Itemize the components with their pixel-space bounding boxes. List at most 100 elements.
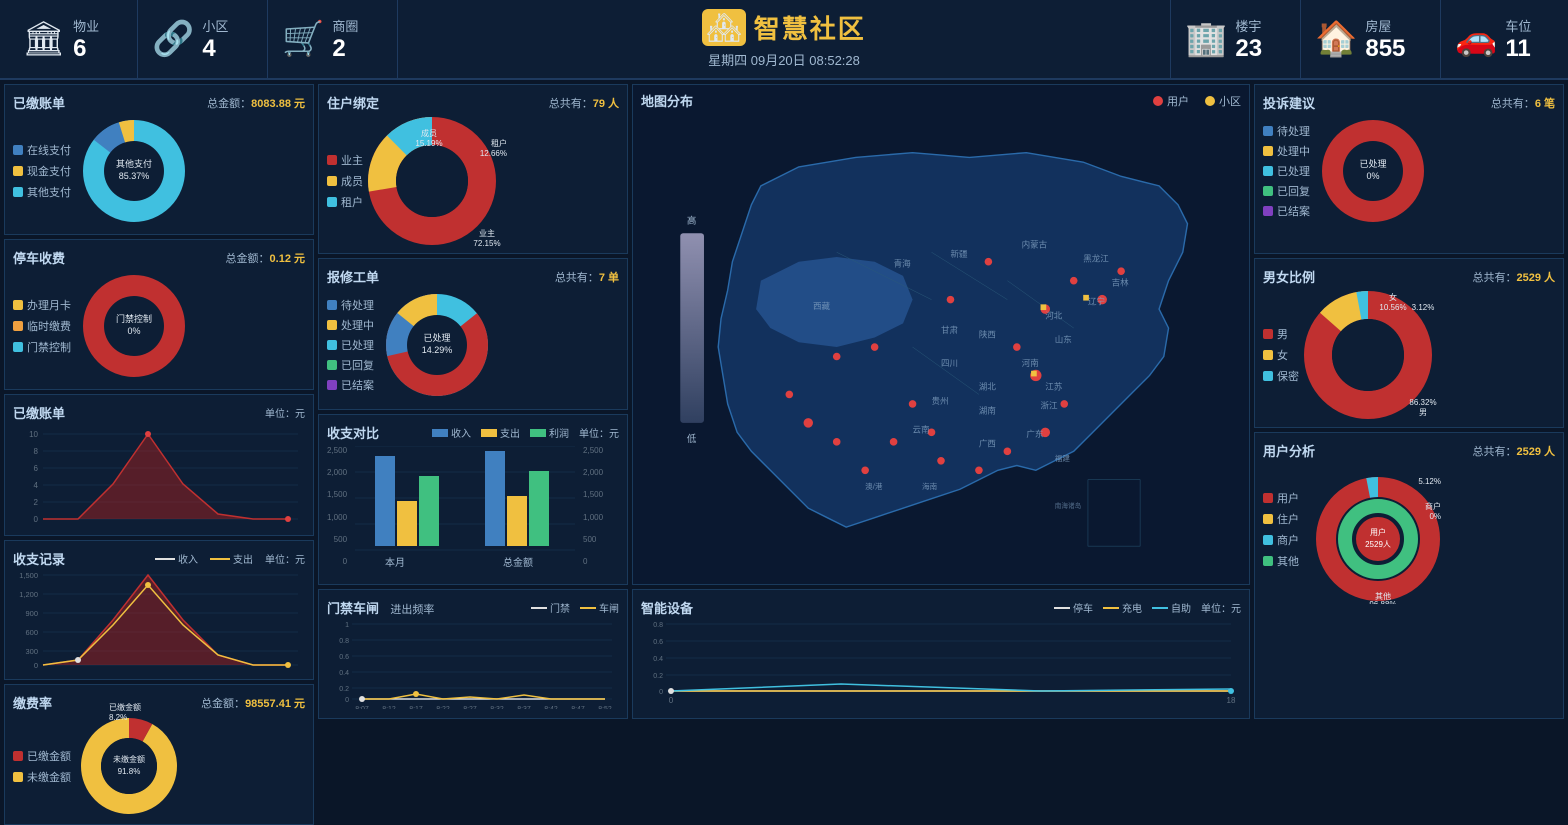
car-icon: 🚗 (1455, 19, 1497, 59)
tingche-panel: 停车收费 总金额：0.12 元 办理月卡 临时缴费 门禁控制 门禁控制 0% (4, 239, 314, 390)
svg-text:8:27: 8:27 (463, 706, 477, 709)
svg-text:8:52: 8:52 (598, 706, 612, 709)
yijiao-chart-panel: 已缴账单 单位：元 10 8 6 4 2 0 (4, 394, 314, 536)
chewei-label: 车位 (1505, 16, 1531, 35)
louyu-value: 23 (1235, 35, 1262, 63)
header-stat-fangwu: 🏠 房屋 855 (1300, 0, 1440, 78)
baoxiu-panel: 报修工单 总共有：7 单 待处理 处理中 已处理 已回复 已结案 (318, 258, 628, 410)
zhuzhu-panel: 住户绑定 总共有：79 人 业主 成员 租户 (318, 84, 628, 254)
house-icon: 🏠 (1315, 19, 1357, 59)
fangwu-value: 855 (1365, 35, 1405, 63)
shouxhi-chart: 1,500 1,200 900 600 300 0 09-14 09-15 09… (13, 570, 303, 670)
svg-text:南海诸岛: 南海诸岛 (1055, 501, 1082, 510)
svg-text:1,500: 1,500 (19, 571, 38, 580)
svg-text:已处理: 已处理 (423, 332, 450, 343)
svg-text:其他支付: 其他支付 (116, 158, 152, 169)
svg-text:0%: 0% (1429, 512, 1441, 521)
main-content: 已缴账单 总金额：8083.88 元 在线支付 现金支付 其他支付 (0, 80, 1568, 723)
top-header: 🏛 物业 6 🔗 小区 4 🛒 商圈 2 🏘 智慧社区 星期四 09月20日 0… (0, 0, 1568, 80)
fangwu-label: 房屋 (1365, 16, 1405, 35)
svg-text:黑龙江: 黑龙江 (1083, 254, 1109, 264)
baoxiu-donut: 已处理 14.29% (382, 290, 492, 400)
zhuzhu-legend: 业主 成员 租户 (327, 152, 363, 210)
yonghu-title: 用户分析 (1263, 441, 1315, 460)
svg-text:广西: 广西 (979, 439, 996, 449)
svg-text:四川: 四川 (941, 358, 958, 368)
menjin-panel: 门禁车闸 进出频率 门禁 车闸 1 0.8 0.6 0.4 0.2 (318, 589, 628, 719)
tousu-donut: 已处理 0% (1318, 116, 1428, 226)
shouxhi-panel: 收支记录 收入 支出 单位：元 1,500 1,200 900 600 300 (4, 540, 314, 680)
baoxiu-title: 报修工单 (327, 267, 379, 286)
svg-text:900: 900 (25, 609, 38, 618)
svg-text:85.37%: 85.37% (119, 171, 150, 181)
tingche-total: 总金额：0.12 元 (226, 250, 305, 266)
header-stat-wuye: 🏛 物业 6 (8, 0, 138, 78)
svg-text:澳/港: 澳/港 (865, 481, 883, 491)
svg-text:600: 600 (25, 628, 38, 637)
zhineng-title: 智能设备 (641, 598, 693, 617)
svg-text:0: 0 (345, 697, 349, 704)
svg-text:0.6: 0.6 (653, 639, 663, 646)
svg-text:0.4: 0.4 (339, 670, 349, 677)
svg-text:10.56%: 10.56% (1379, 303, 1406, 312)
svg-text:辽宁: 辽宁 (1088, 296, 1105, 306)
zhuzhu-donut: 租户 12.66% 成员 15.19% 业主 72.15% (367, 116, 517, 246)
china-map: 西藏 青海 新疆 内蒙古 黑龙江 吉林 辽宁 河北 山东 河南 江苏 浙江 湖北… (633, 110, 1249, 584)
jiaofeilv-donut: 未缴金额 91.8% 已缴金额8.2% (79, 716, 179, 816)
nannv-legend: 男 女 保密 (1263, 326, 1299, 384)
menjin-chart: 1 0.8 0.6 0.4 0.2 0 8:07 8:12 8:17 8:22 … (327, 619, 617, 709)
shouxhi-duibi-title: 收支对比 (327, 423, 379, 442)
svg-text:西藏: 西藏 (813, 301, 831, 311)
svg-text:0: 0 (669, 696, 674, 704)
tingche-donut: 门禁控制 0% (79, 271, 189, 381)
svg-text:0.8: 0.8 (653, 622, 663, 629)
yijiao-line-chart: 10 8 6 4 2 0 09-14 09-15 09-16 09-17 09-… (13, 424, 303, 524)
svg-text:吉林: 吉林 (1112, 277, 1130, 287)
svg-text:8:37: 8:37 (517, 706, 531, 709)
svg-text:86.32%: 86.32% (1409, 398, 1436, 407)
yonghu-panel: 用户分析 总共有：2529 人 用户 住户 商户 其他 (1254, 432, 1564, 719)
zhineng-panel: 智能设备 停车 充电 自助 单位：元 0.8 0.6 0.4 0.2 0 (632, 589, 1250, 719)
svg-text:8:32: 8:32 (490, 706, 504, 709)
svg-text:0%: 0% (127, 326, 140, 336)
svg-text:72.15%: 72.15% (473, 239, 500, 246)
svg-text:0.6: 0.6 (339, 654, 349, 661)
svg-text:未缴金额: 未缴金额 (113, 754, 145, 764)
header-stat-shanquan: 🛒 商圈 2 (268, 0, 398, 78)
app-title: 🏘 智慧社区 (702, 9, 866, 46)
svg-text:12.66%: 12.66% (480, 149, 507, 158)
header-center: 🏘 智慧社区 星期四 09月20日 08:52:28 (398, 9, 1170, 69)
svg-text:广东: 广东 (1026, 429, 1043, 439)
jiaofeilv-title: 缴费率 (13, 693, 52, 712)
svg-text:8:47: 8:47 (571, 706, 585, 709)
network-icon: 🔗 (152, 19, 194, 59)
svg-text:高: 高 (687, 215, 696, 227)
svg-text:用户: 用户 (1370, 527, 1386, 537)
header-stat-louyu: 🏢 楼宇 23 (1170, 0, 1300, 78)
svg-text:河北: 河北 (1045, 311, 1063, 321)
svg-text:4: 4 (34, 481, 39, 490)
svg-text:2529人: 2529人 (1365, 540, 1391, 549)
chewei-value: 11 (1505, 35, 1531, 63)
shanquan-label: 商圈 (332, 16, 358, 35)
tousu-legend: 待处理 处理中 已处理 已回复 已结案 (1263, 123, 1310, 219)
svg-text:商户: 商户 (1425, 501, 1441, 511)
svg-text:已处理: 已处理 (1359, 158, 1386, 169)
tousu-title: 投诉建议 (1263, 93, 1315, 112)
svg-text:91.8%: 91.8% (118, 767, 141, 776)
yonghu-donut: 用户 2529人 5.12% 商户 0% 其他 96.88% (1303, 464, 1453, 594)
center-column: 地图分布 用户 小区 (632, 84, 1250, 719)
svg-text:0.2: 0.2 (653, 673, 663, 680)
svg-text:浙江: 浙江 (1041, 401, 1059, 411)
svg-text:湖南: 湖南 (979, 405, 996, 415)
svg-text:租户: 租户 (491, 138, 507, 148)
svg-text:0.4: 0.4 (653, 656, 663, 663)
svg-text:湖北: 湖北 (979, 382, 997, 392)
wuye-value: 6 (73, 35, 99, 63)
shouxhi-duibi-chart: 本月 总金额 (355, 446, 575, 576)
second-column: 住户绑定 总共有：79 人 业主 成员 租户 (318, 84, 628, 719)
nannv-donut: 3.12% 女 10.56% 男 86.32% (1303, 290, 1453, 420)
svg-text:内蒙古: 内蒙古 (1022, 239, 1048, 249)
svg-text:总金额: 总金额 (503, 556, 533, 569)
svg-text:8:07: 8:07 (355, 706, 369, 709)
